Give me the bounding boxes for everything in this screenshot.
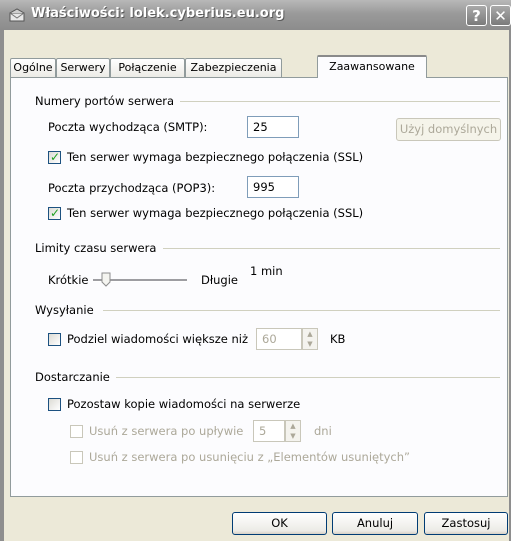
title-bar[interactable]: Właściwości: lolek.cyberius.eu.org ? ✕: [0, 0, 511, 30]
tab-connection[interactable]: Połączenie: [110, 58, 185, 77]
split-size-input[interactable]: 60: [256, 328, 302, 350]
use-defaults-button[interactable]: Użyj domyślnych: [396, 118, 501, 141]
pop3-port-label: Poczta przychodząca (POP3):: [48, 181, 216, 195]
tab-label: Zaawansowane: [329, 60, 415, 73]
window-frame-left: [0, 30, 4, 541]
checkmark-icon: ✓: [50, 150, 61, 164]
remove-after-days-input[interactable]: 5: [253, 420, 285, 442]
cancel-button[interactable]: Anuluj: [332, 512, 418, 535]
smtp-port-input[interactable]: 25: [247, 116, 299, 138]
remove-deleted-checkbox[interactable]: [70, 451, 83, 464]
split-size-spinner[interactable]: ▲ ▼: [302, 328, 318, 350]
sending-group-label: Wysyłanie: [35, 303, 94, 317]
delivery-group-divider: [116, 377, 500, 378]
spin-up-icon[interactable]: ▲: [286, 421, 300, 431]
sending-group-divider: [103, 310, 500, 311]
days-label: dni: [314, 424, 332, 438]
tab-label: Zabezpieczenia: [190, 61, 277, 74]
timeout-value-label: 1 min: [250, 264, 283, 278]
tab-security[interactable]: Zabezpieczenia: [185, 58, 282, 77]
properties-dialog: Właściwości: lolek.cyberius.eu.org ? ✕ O…: [0, 0, 511, 541]
mail-account-icon: [9, 8, 25, 22]
ok-button[interactable]: OK: [232, 512, 327, 535]
ports-group-divider: [180, 101, 500, 102]
pop3-ssl-label: Ten serwer wymaga bezpiecznego połączeni…: [67, 206, 364, 220]
timeout-long-label: Długie: [201, 273, 238, 287]
timeout-short-label: Krótkie: [48, 273, 89, 287]
tab-label: Połączenie: [118, 61, 177, 74]
help-icon: ?: [472, 7, 481, 25]
remove-deleted-label: Usuń z serwera po usunięciu z „Elementów…: [89, 450, 410, 464]
tab-label: Ogólne: [13, 61, 53, 74]
tab-advanced[interactable]: Zaawansowane: [317, 55, 427, 78]
smtp-ssl-checkbox[interactable]: ✓: [48, 150, 61, 164]
delivery-group-label: Dostarczanie: [35, 370, 110, 384]
close-icon: ✕: [494, 7, 507, 25]
keep-copy-label: Pozostaw kopie wiadomości na serwerze: [67, 397, 301, 411]
tab-label: Serwery: [60, 61, 106, 74]
spin-down-icon[interactable]: ▼: [303, 339, 317, 349]
smtp-ssl-label: Ten serwer wymaga bezpiecznego połączeni…: [67, 150, 364, 164]
spin-up-icon[interactable]: ▲: [303, 329, 317, 339]
close-button[interactable]: ✕: [490, 5, 511, 26]
remove-after-label: Usuń z serwera po upływie: [89, 424, 244, 438]
timeouts-group-divider: [163, 248, 500, 249]
spin-down-icon[interactable]: ▼: [286, 431, 300, 441]
ports-group-label: Numery portów serwera: [35, 94, 175, 108]
pop3-ssl-checkbox[interactable]: ✓: [48, 206, 61, 220]
split-messages-label: Podziel wiadomości większe niż: [67, 332, 249, 346]
tab-servers[interactable]: Serwery: [56, 58, 110, 77]
remove-after-spinner[interactable]: ▲ ▼: [285, 420, 301, 442]
help-button[interactable]: ?: [466, 5, 487, 26]
apply-button[interactable]: Zastosuj: [424, 512, 508, 535]
tab-general[interactable]: Ogólne: [10, 58, 56, 77]
split-messages-checkbox[interactable]: [48, 333, 61, 346]
pop3-port-input[interactable]: 995: [247, 176, 299, 198]
checkmark-icon: ✓: [50, 206, 61, 220]
window-title: Właściwości: lolek.cyberius.eu.org: [31, 6, 285, 21]
remove-after-checkbox[interactable]: [70, 425, 83, 438]
timeouts-group-label: Limity czasu serwera: [35, 241, 157, 255]
smtp-port-label: Poczta wychodząca (SMTP):: [48, 120, 208, 134]
timeout-slider-thumb[interactable]: [101, 272, 111, 287]
split-size-unit: KB: [330, 332, 346, 346]
keep-copy-checkbox[interactable]: [48, 398, 61, 411]
